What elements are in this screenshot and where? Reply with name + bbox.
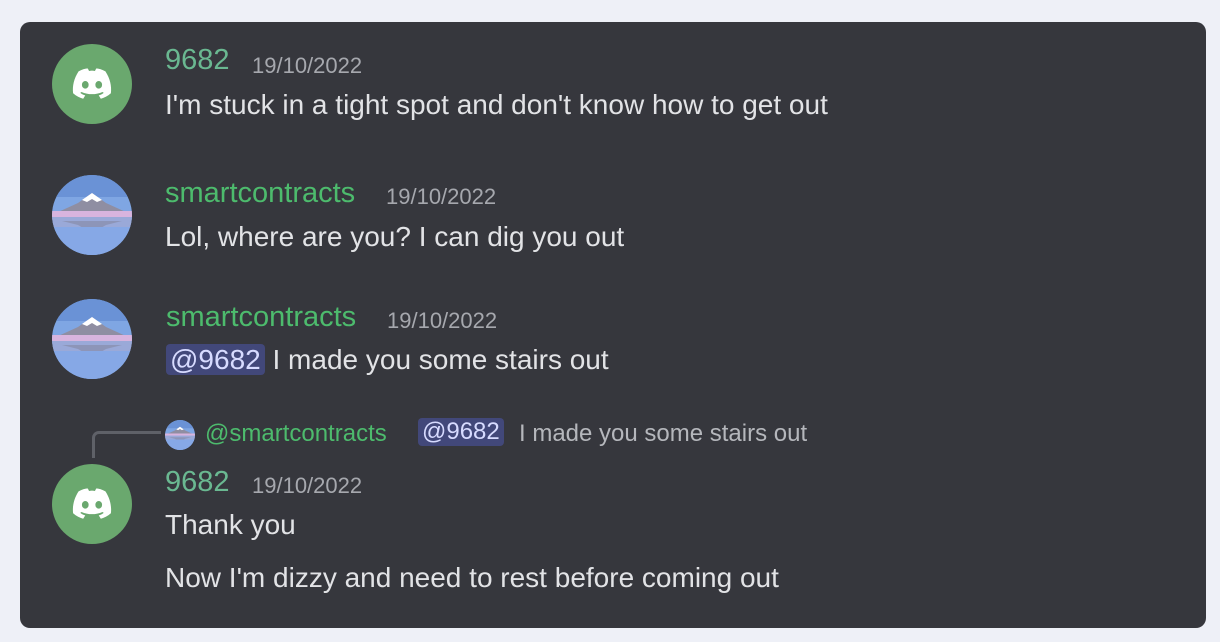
reply-username[interactable]: @smartcontracts [205,420,387,448]
message-username[interactable]: smartcontracts [166,301,356,334]
user-avatar[interactable] [52,464,132,544]
message-timestamp: 19/10/2022 [387,308,498,333]
message-username[interactable]: 9682 [165,466,230,499]
mountain-landscape-avatar [52,175,132,255]
reply-mention[interactable]: @9682 [418,418,504,446]
message-text: @9682 I made you some stairs out [166,344,609,376]
message-text-body: I made you some stairs out [264,344,609,375]
message-timestamp: 19/10/2022 [252,473,363,498]
reply-preview-text[interactable]: I made you some stairs out [519,420,807,448]
message-text: Now I'm dizzy and need to rest before co… [165,562,779,593]
message-username[interactable]: smartcontracts [165,177,355,210]
mountain-landscape-avatar [52,299,132,379]
message-username[interactable]: 9682 [165,44,230,77]
message-timestamp: 19/10/2022 [252,53,363,78]
discord-logo-icon [71,67,113,101]
user-mention[interactable]: @9682 [166,344,265,375]
user-avatar[interactable] [52,299,132,379]
message-text: Lol, where are you? I can dig you out [165,221,625,252]
message-text: I'm stuck in a tight spot and don't know… [165,89,828,120]
user-avatar[interactable] [52,44,132,124]
mountain-landscape-avatar [165,420,195,450]
message-timestamp: 19/10/2022 [386,184,497,209]
message-text: Thank you [165,509,296,540]
reply-connector [92,431,161,458]
discord-logo-icon [71,487,113,521]
user-avatar[interactable] [52,175,132,255]
chat-panel: 9682 19/10/2022 I'm stuck in a tight spo… [20,22,1206,628]
reply-avatar[interactable] [165,420,195,450]
